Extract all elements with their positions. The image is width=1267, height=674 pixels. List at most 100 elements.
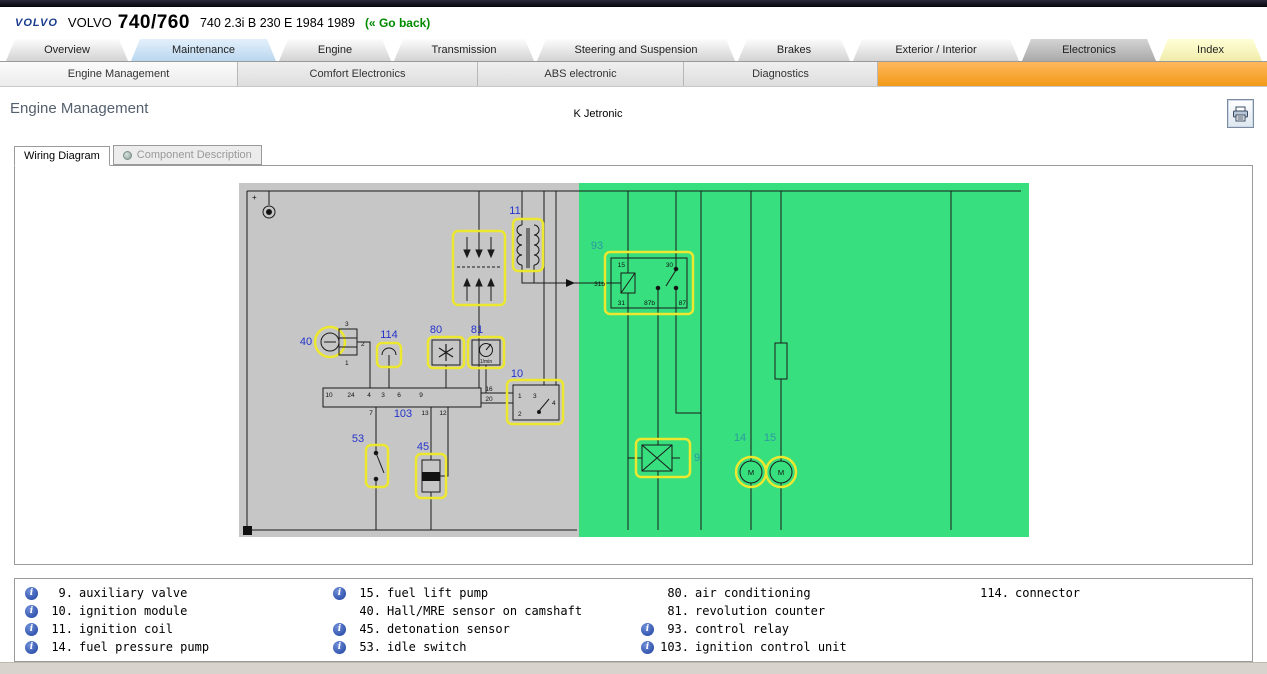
legend-item-label: idle switch <box>387 640 466 654</box>
ecu-pin-6: 6 <box>397 392 401 399</box>
info-icon[interactable]: i <box>641 623 654 636</box>
printer-icon <box>1232 106 1249 122</box>
component-40-label: 40 <box>300 336 312 348</box>
info-icon[interactable]: i <box>333 623 346 636</box>
legend-item-number: 9. <box>43 586 73 600</box>
component-103-label: 103 <box>394 408 412 420</box>
tab-brakes[interactable]: Brakes <box>738 39 850 61</box>
motor-letter-15: M <box>778 468 784 477</box>
legend-item-number: 81. <box>659 604 689 618</box>
legend-item-label: auxiliary valve <box>79 586 187 600</box>
ecu-pin-7: 7 <box>369 410 373 417</box>
ecu-pin-13: 13 <box>421 410 429 417</box>
component-9-label: 9 <box>694 452 700 464</box>
legend-item: i 93. control relay <box>641 620 961 638</box>
component-15-label: 15 <box>764 432 776 444</box>
subtab-component-description[interactable]: Component Description <box>113 145 262 165</box>
component-14-label: 14 <box>734 432 746 444</box>
subtab-label: Component Description <box>137 149 252 161</box>
page-header: Engine Management K Jetronic <box>0 87 1267 145</box>
vehicle-make: VOLVO <box>68 15 112 30</box>
legend-item-label: Hall/MRE sensor on camshaft <box>387 604 582 618</box>
legend-item: 40. Hall/MRE sensor on camshaft <box>333 602 641 620</box>
legend-item-number: 15. <box>351 586 381 600</box>
legend-column-2: i 15. fuel lift pump 40. Hall/MRE sensor… <box>333 584 641 656</box>
window-bottom-edge <box>0 662 1267 674</box>
legend-item-number: 80. <box>659 586 689 600</box>
tab-comfort-electronics[interactable]: Comfort Electronics <box>238 62 478 86</box>
info-icon[interactable]: i <box>25 605 38 618</box>
app-header: VOLVO VOLVO 740/760 740 2.3i B 230 E 198… <box>0 7 1267 38</box>
ecu-pin-20: 20 <box>485 396 493 403</box>
tab-index[interactable]: Index <box>1159 39 1262 61</box>
info-icon[interactable]: i <box>641 641 654 654</box>
tab-overview[interactable]: Overview <box>6 39 128 61</box>
info-icon[interactable]: i <box>25 641 38 654</box>
orange-accent-strip <box>878 62 1267 86</box>
tab-transmission[interactable]: Transmission <box>394 39 534 61</box>
legend-item-label: connector <box>1015 586 1080 600</box>
primary-tab-bar: Overview Maintenance Engine Transmission… <box>0 38 1267 62</box>
vehicle-variant: 740 2.3i B 230 E 1984 1989 <box>200 16 355 30</box>
ground-symbol <box>243 526 252 535</box>
module10-pin-1: 1 <box>518 393 522 400</box>
sensor40-pin-1: 1 <box>345 360 349 367</box>
legend-item-label: detonation sensor <box>387 622 510 636</box>
disabled-radio-icon <box>123 151 132 160</box>
legend-item-label: revolution counter <box>695 604 825 618</box>
subtab-wiring-diagram[interactable]: Wiring Diagram <box>14 146 110 166</box>
component-114-label: 114 <box>380 329 398 341</box>
ecu-pin-10: 10 <box>325 392 333 399</box>
legend-item-number: 103. <box>659 640 689 654</box>
diagram-panel: + <box>14 165 1253 565</box>
print-button[interactable] <box>1227 99 1254 128</box>
component-11-label: 11 <box>509 205 520 217</box>
ecu-pin-9: 9 <box>419 392 423 399</box>
tab-diagnostics[interactable]: Diagnostics <box>684 62 878 86</box>
module10-pin-3: 3 <box>533 393 537 400</box>
tab-steering-and-suspension[interactable]: Steering and Suspension <box>537 39 735 61</box>
info-icon[interactable]: i <box>25 623 38 636</box>
go-back-link[interactable]: (« Go back) <box>365 16 430 30</box>
legend-item-number: 40. <box>351 604 381 618</box>
component-93-label: 93 <box>591 240 603 252</box>
tab-engine-management[interactable]: Engine Management <box>0 62 238 86</box>
motor-letter-14: M <box>748 468 754 477</box>
info-icon[interactable]: i <box>25 587 38 600</box>
relay-pin-15: 15 <box>618 262 626 269</box>
component-10-label: 10 <box>511 368 523 380</box>
legend-column-1: i 9. auxiliary valve i 10. ignition modu… <box>25 584 333 656</box>
legend-item-label: ignition control unit <box>695 640 847 654</box>
sensor40-pin-2: 2 <box>361 341 365 348</box>
legend-item: i 15. fuel lift pump <box>333 584 641 602</box>
tab-exterior-interior[interactable]: Exterior / Interior <box>853 39 1019 61</box>
legend-item: 81. revolution counter <box>641 602 961 620</box>
ecu-pin-12: 12 <box>439 410 447 417</box>
legend-item: i 14. fuel pressure pump <box>25 638 333 656</box>
tab-abs-electronic[interactable]: ABS electronic <box>478 62 684 86</box>
legend-item: i 11. ignition coil <box>25 620 333 638</box>
info-icon[interactable]: i <box>333 641 346 654</box>
legend-item-label: air conditioning <box>695 586 811 600</box>
component-53-label: 53 <box>352 433 364 445</box>
legend-item: i 103. ignition control unit <box>641 638 961 656</box>
window-title-bar <box>0 0 1267 7</box>
component-80-label: 80 <box>430 324 442 336</box>
info-icon[interactable]: i <box>333 587 346 600</box>
tab-electronics[interactable]: Electronics <box>1022 39 1156 61</box>
rpm-unit-label: 1/min <box>480 359 492 365</box>
tab-maintenance[interactable]: Maintenance <box>131 39 276 61</box>
legend-item-label: fuel lift pump <box>387 586 488 600</box>
ecu-pin-4: 4 <box>367 392 371 399</box>
legend-item-number: 93. <box>659 622 689 636</box>
legend-item: i 45. detonation sensor <box>333 620 641 638</box>
legend-item-number: 114. <box>979 586 1009 600</box>
plus-terminal-label: + <box>252 193 257 202</box>
tab-engine[interactable]: Engine <box>279 39 391 61</box>
legend-item-label: ignition coil <box>79 622 173 636</box>
ecu-pin-3: 3 <box>381 392 385 399</box>
legend-column-3: 80. air conditioning 81. revolution coun… <box>641 584 961 656</box>
relay-pin-87b: 87b <box>644 300 655 307</box>
ecu-pin-24: 24 <box>347 392 355 399</box>
relay-pin-31b: 31b <box>594 281 605 288</box>
